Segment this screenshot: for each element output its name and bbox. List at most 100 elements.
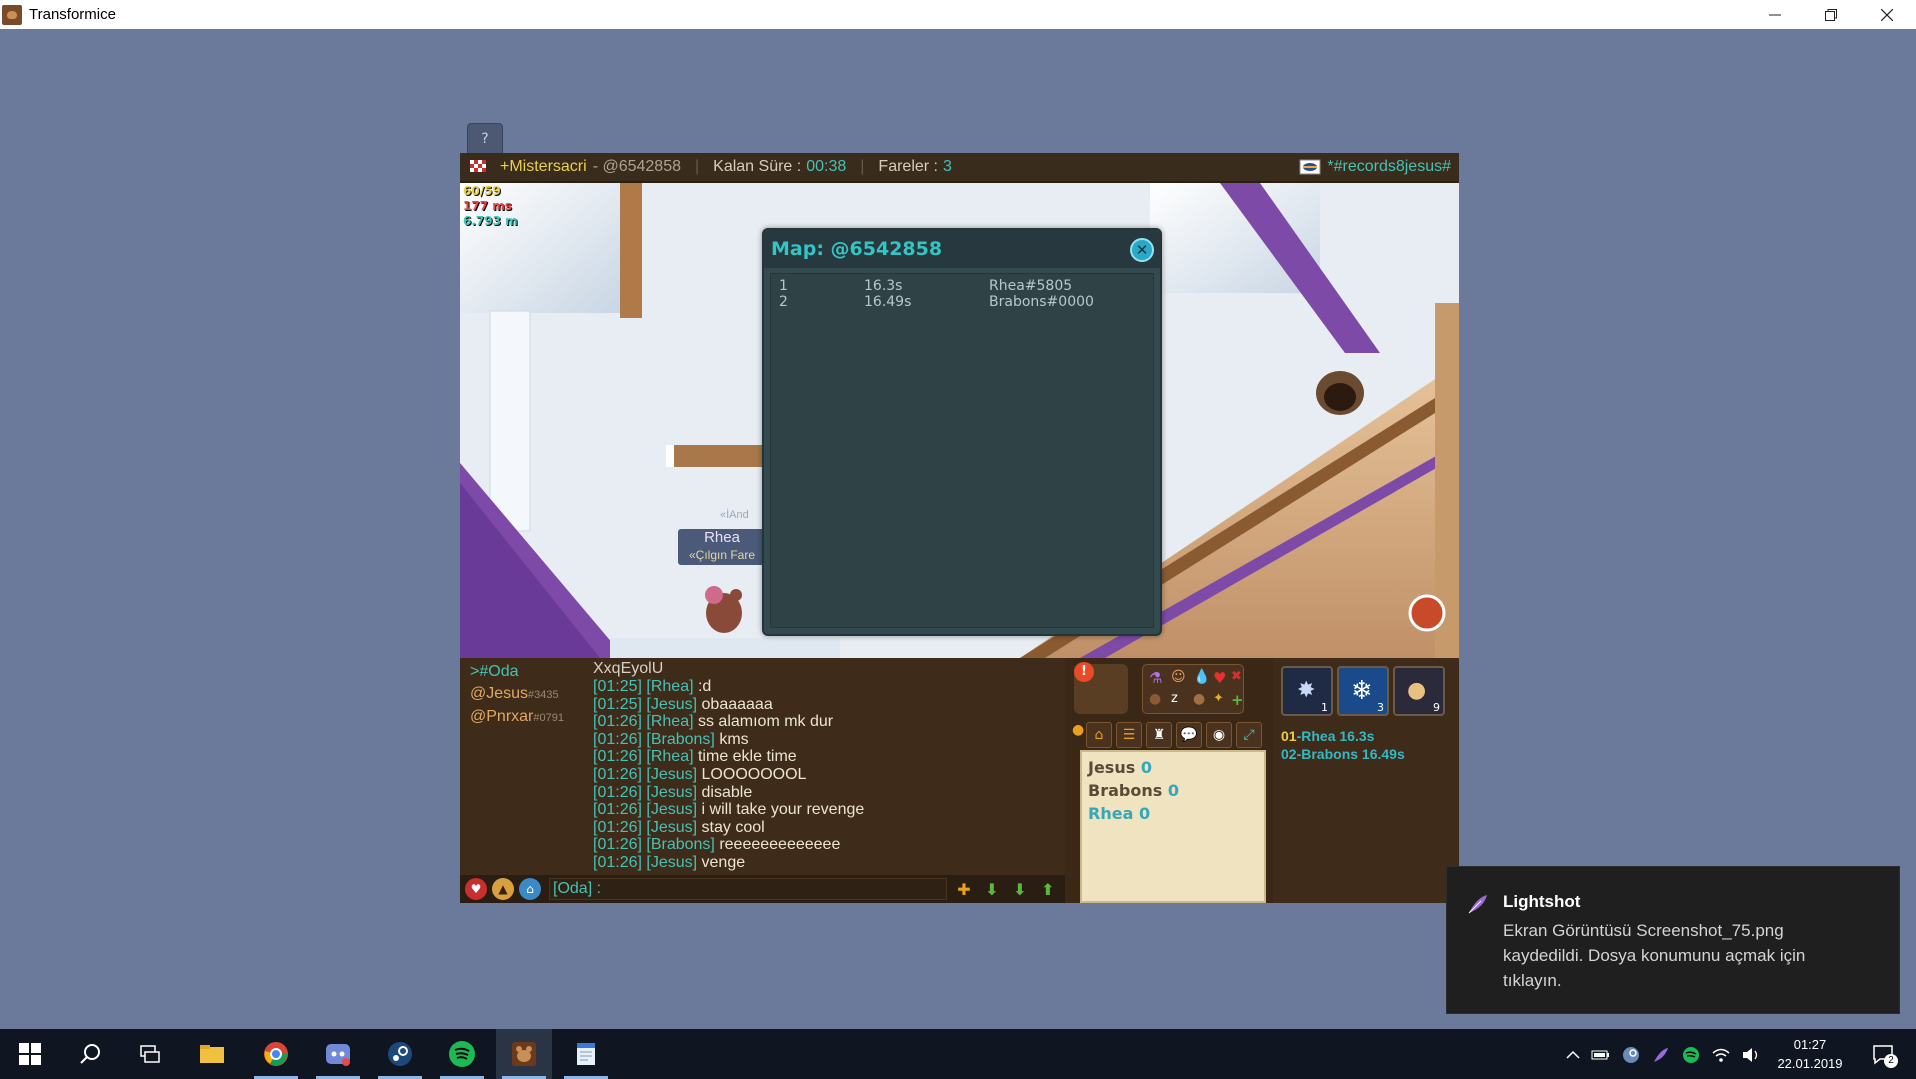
chat-timestamp: [01:26]: [593, 730, 642, 748]
spotify-tray-icon[interactable]: [1680, 1044, 1702, 1066]
chat-author[interactable]: [Jesus]: [646, 696, 697, 713]
close-window-button[interactable]: [1858, 0, 1916, 29]
chat-tab-pnrxar[interactable]: @Pnrxar#0791: [470, 706, 590, 729]
heart-icon[interactable]: ♥: [465, 878, 487, 900]
steam-tray-icon[interactable]: [1620, 1044, 1642, 1066]
task-view-button[interactable]: [122, 1029, 178, 1079]
map-records-list: 1 16.3s Rhea#5805 2 16.49s Brabons#0000: [770, 273, 1154, 628]
map-thumbnail[interactable]: ✸ 1: [1281, 666, 1333, 716]
plus-icon[interactable]: ✚: [953, 878, 975, 900]
lightshot-tray-icon[interactable]: [1650, 1044, 1672, 1066]
record-rank: 2: [779, 294, 788, 310]
help-button[interactable]: ?: [467, 123, 503, 155]
chat-text: stay cool: [701, 818, 765, 836]
alert-icon[interactable]: !: [1074, 662, 1094, 682]
transformice-icon: [512, 1042, 536, 1066]
notepad-app[interactable]: [558, 1029, 614, 1079]
map-thumbnail[interactable]: ● 9: [1393, 666, 1445, 716]
restore-button[interactable]: [1802, 0, 1860, 29]
chrome-app[interactable]: [248, 1029, 304, 1079]
leader-row: 01-Rhea 16.3s: [1281, 728, 1375, 744]
discord-app[interactable]: [310, 1029, 366, 1079]
notification-count: 2: [1884, 1054, 1898, 1068]
map-thumbnail[interactable]: ❄ 3: [1337, 666, 1389, 716]
tool-icon[interactable]: ●: [1149, 691, 1161, 707]
bulb-icon[interactable]: ●: [1072, 722, 1084, 738]
chat-timestamp: [01:26]: [593, 818, 642, 836]
chat-tab-room[interactable]: >#Oda: [470, 661, 590, 683]
chat-author[interactable]: [Rhea]: [646, 748, 693, 765]
minimize-button[interactable]: [1746, 0, 1804, 29]
cheese-icon[interactable]: ●: [1193, 691, 1205, 707]
chat-text: reeeeeeeeeeeee: [719, 836, 841, 854]
volume-icon[interactable]: [1740, 1044, 1762, 1066]
chat-author[interactable]: [Rhea]: [646, 713, 693, 730]
chat-message: [01:26] [Jesus] stay cool: [593, 819, 1063, 837]
chat-message: [01:26] [Jesus] venge: [593, 854, 1063, 872]
system-clock[interactable]: 01:27 22.01.2019: [1770, 1035, 1850, 1073]
arrow-down-icon[interactable]: ⬇: [1009, 878, 1031, 900]
score-board: Jesus 0 Brabons 0 Rhea 0: [1080, 750, 1266, 903]
start-button[interactable]: [2, 1029, 58, 1079]
chat-text: ss alamıom mk dur: [697, 713, 834, 731]
wifi-icon[interactable]: [1710, 1044, 1732, 1066]
window-title-bar: Transformice: [0, 0, 1916, 29]
chat-author[interactable]: [Rhea]: [646, 678, 693, 695]
house-icon[interactable]: ⌂: [1086, 722, 1112, 748]
mouse-icon: ●: [1407, 678, 1427, 703]
close-icon: ✕: [1135, 241, 1149, 259]
potion-icon[interactable]: ⚗: [1149, 669, 1162, 687]
face-icon[interactable]: ☺: [1171, 669, 1186, 685]
wardrobe-icon[interactable]: ♜: [1146, 722, 1172, 748]
battery-icon[interactable]: [1590, 1044, 1612, 1066]
chat-author[interactable]: [Brabons]: [646, 731, 714, 748]
spotify-app[interactable]: [434, 1029, 490, 1079]
chat-message: [01:26] [Jesus] disable: [593, 784, 1063, 802]
steam-app[interactable]: [372, 1029, 428, 1079]
chat-tab-jesus[interactable]: @Jesus#3435: [470, 683, 590, 706]
sleep-icon[interactable]: z: [1171, 691, 1178, 706]
search-button[interactable]: [62, 1029, 118, 1079]
chat-author[interactable]: [Jesus]: [646, 801, 697, 818]
cross-icon[interactable]: ✖: [1231, 669, 1242, 684]
chat-input[interactable]: [Oda] :: [549, 878, 947, 900]
file-explorer-app[interactable]: [184, 1029, 240, 1079]
map-dialog-close-button[interactable]: ✕: [1130, 238, 1154, 262]
star-icon[interactable]: ✦: [1213, 691, 1224, 706]
map-dialog-title: Map: @6542858: [771, 238, 943, 260]
chrome-icon: [264, 1042, 288, 1066]
game-bottom-panel: >#Oda @Jesus#3435 @Pnrxar#0791 XxqEyolU …: [460, 658, 1459, 903]
minimize-icon: [1769, 14, 1781, 15]
chat-author[interactable]: [Jesus]: [646, 766, 697, 783]
plus-icon[interactable]: +: [1231, 691, 1244, 709]
transformice-app[interactable]: [496, 1029, 552, 1079]
chevron-up-icon[interactable]: [1562, 1044, 1584, 1066]
action-center-button[interactable]: 2: [1868, 1044, 1900, 1068]
chat-author[interactable]: [Brabons]: [646, 836, 714, 853]
chat-author[interactable]: [Jesus]: [646, 819, 697, 836]
heart-icon[interactable]: ♥: [1213, 669, 1226, 687]
arrow-down-icon[interactable]: ⬇: [981, 878, 1003, 900]
discord-icon[interactable]: ◉: [1206, 722, 1232, 748]
record-rank: 1: [779, 278, 788, 294]
chat-text: kms: [719, 730, 749, 748]
chat-text: venge: [701, 853, 746, 871]
list-icon[interactable]: ☰: [1116, 722, 1142, 748]
arrow-up-icon[interactable]: ⬆: [1037, 878, 1059, 900]
house-icon[interactable]: ⌂: [519, 878, 541, 900]
fullscreen-icon[interactable]: ⤢: [1236, 722, 1262, 748]
emote-panel[interactable]: ⚗ ☺ 💧 ♥ ✖ ● z ● ✦ +: [1142, 664, 1244, 714]
lightshot-notification[interactable]: Lightshot Ekran Görüntüsü Screenshot_75.…: [1446, 866, 1900, 1014]
record-time: 16.49s: [864, 294, 912, 310]
tribe-icon[interactable]: ▲: [492, 878, 514, 900]
game-map-scene[interactable]: 60/59 177 ms 6.793 m «İAnd Rhea «Çılgın …: [460, 183, 1459, 658]
score-row: Jesus 0: [1088, 758, 1152, 777]
mouse-nameplate: Rhea «Çılgın Fare: [678, 529, 766, 565]
hidden-mouse-title: «İAnd: [720, 509, 749, 521]
notification-body: Ekran Görüntüsü Screenshot_75.png kayded…: [1503, 921, 1806, 990]
chat-author[interactable]: [Jesus]: [646, 784, 697, 801]
chat-message: [01:26] [Brabons] reeeeeeeeeeeee: [593, 836, 1063, 854]
drop-icon[interactable]: 💧: [1193, 669, 1210, 685]
chat-author[interactable]: [Jesus]: [646, 854, 697, 871]
chat-bubble-icon[interactable]: 💬: [1176, 722, 1202, 748]
